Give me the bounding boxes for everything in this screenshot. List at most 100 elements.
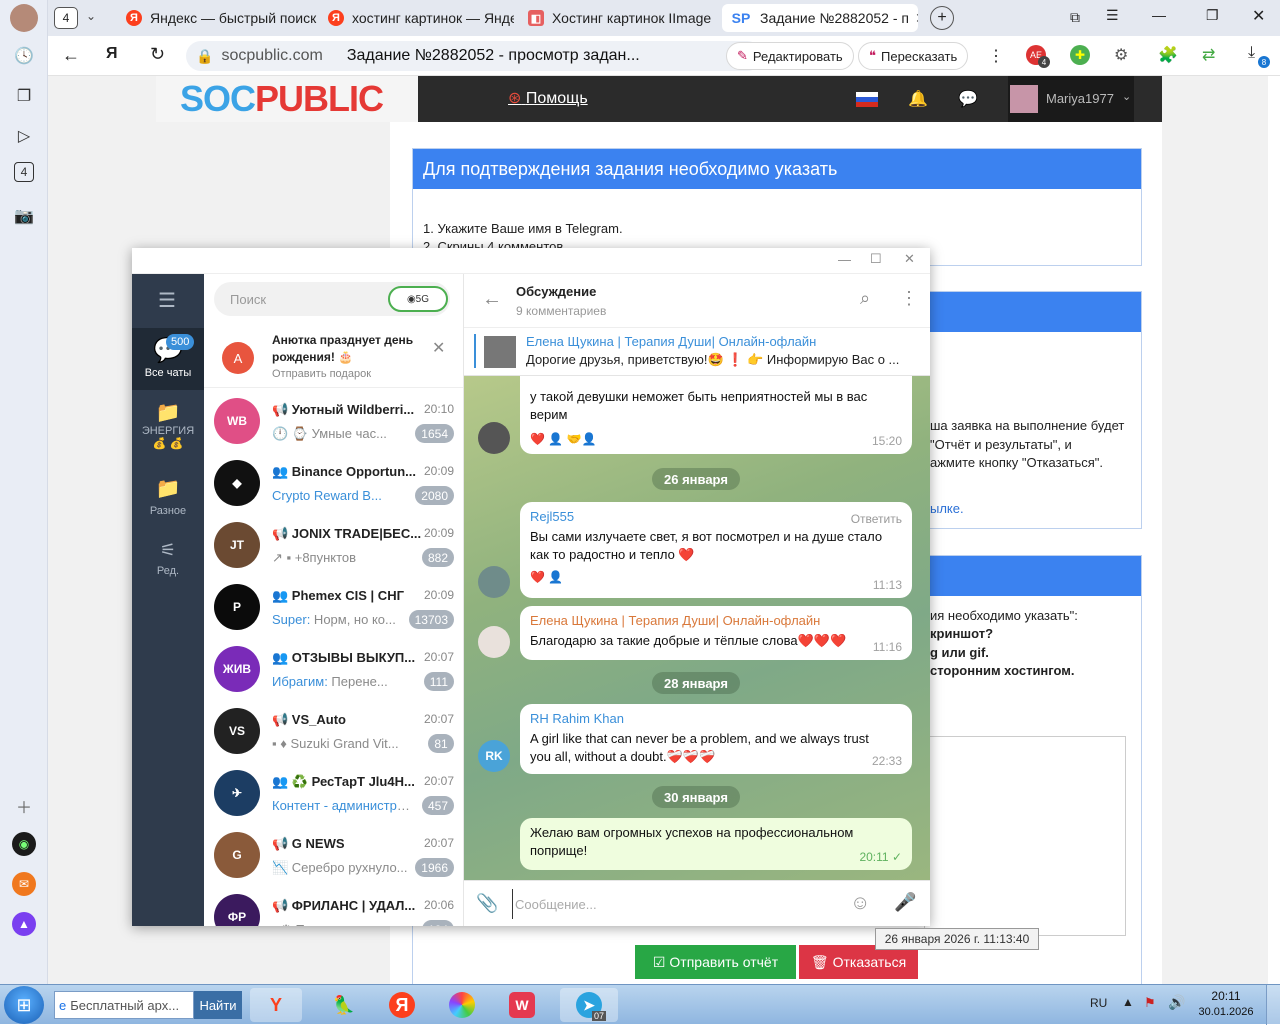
- wildberries-icon[interactable]: W: [496, 988, 548, 1022]
- menu-icon[interactable]: ☰: [1106, 7, 1119, 24]
- retell-button[interactable]: ❝ Пересказать: [858, 42, 969, 70]
- russian-flag-icon[interactable]: [856, 92, 878, 107]
- profile-avatar[interactable]: [10, 4, 38, 32]
- reply-button[interactable]: Ответить: [851, 510, 902, 528]
- message-avatar[interactable]: RK: [478, 740, 510, 772]
- color-wheel-icon[interactable]: [436, 988, 488, 1022]
- language-indicator[interactable]: RU: [1090, 996, 1107, 1010]
- chat-list-item[interactable]: P 👥 Phemex CIS | СНГ 20:09 Super: Норм, но …: [204, 576, 463, 638]
- chat-list-item[interactable]: VS 📢 VS_Auto 20:07 ▪ ♦ Suzuki Grand Vit... 8…: [204, 700, 463, 762]
- tab-counter[interactable]: 4: [54, 7, 78, 29]
- extension-gear-icon[interactable]: ⚙: [1114, 45, 1128, 65]
- chat-list-item[interactable]: WB 📢 Уютный Wildberri... 20:10 🕛 ⌚ Умные ча…: [204, 390, 463, 452]
- taskbar-search-input[interactable]: e Бесплатный арх...: [54, 991, 194, 1019]
- report-textarea[interactable]: [924, 736, 1126, 936]
- new-tab-icon[interactable]: +: [930, 6, 954, 30]
- birthday-banner[interactable]: A Анютка празднует день рождения! 🎂 Отпр…: [204, 326, 463, 388]
- volume-icon[interactable]: 🔊: [1168, 994, 1185, 1011]
- folder-all-chats[interactable]: 💬 Все чаты 500: [132, 328, 204, 390]
- extension-icon[interactable]: ✚: [1070, 45, 1090, 65]
- history-icon[interactable]: 🕓: [10, 42, 38, 70]
- back-arrow-icon[interactable]: ←: [482, 288, 502, 311]
- message-avatar[interactable]: [478, 422, 510, 454]
- parrot-app-icon[interactable]: 🦜: [318, 988, 370, 1022]
- tab-yandex-search[interactable]: Я Яндекс — быстрый поиск: [118, 4, 318, 32]
- message-avatar[interactable]: [478, 626, 510, 658]
- show-desktop-button[interactable]: [1266, 985, 1280, 1025]
- chat-icon[interactable]: 💬: [958, 89, 978, 109]
- message-bubble[interactable]: Rejl555 Ответить Вы сами излучаете свет,…: [520, 502, 912, 598]
- chat-list-item[interactable]: ✈ 👥 ♻️ РесТарТ Jlu4H... 20:07 Контент - адм…: [204, 762, 463, 824]
- address-bar[interactable]: 🔒 socpublic.com Задание №2882052 - просм…: [186, 41, 762, 71]
- chat-list-item[interactable]: ЖИВ 👥 ОТЗЫВЫ ВЫКУП... 20:07 Ибрагим: Перене…: [204, 638, 463, 700]
- edit-button[interactable]: ✎ Редактировать: [726, 42, 854, 70]
- close-window-icon[interactable]: ✕: [1252, 6, 1265, 26]
- more-icon[interactable]: ⋮: [988, 46, 1004, 66]
- clock-date[interactable]: 30.01.2026: [1196, 1006, 1256, 1018]
- hamburger-icon[interactable]: ☰: [158, 288, 176, 313]
- tray-expand-icon[interactable]: ▲: [1122, 995, 1134, 1009]
- chat-list-item[interactable]: JT 📢 JONIX TRADE|БЕС... 20:09 ↗ ▪ +8пунктов…: [204, 514, 463, 576]
- telegram-taskbar-icon[interactable]: ➤: [560, 988, 618, 1022]
- tabs-count-icon[interactable]: 4: [14, 162, 34, 182]
- collections-icon[interactable]: ❐: [10, 82, 38, 110]
- downloads-icon[interactable]: ⤓: [1248, 44, 1255, 62]
- restore-icon[interactable]: ❐: [1206, 7, 1219, 24]
- close-tab-icon[interactable]: ✕: [909, 10, 918, 27]
- mail-icon[interactable]: ✉: [12, 872, 36, 896]
- minimize-icon[interactable]: —: [838, 252, 851, 267]
- assistant-icon[interactable]: ▲: [12, 912, 36, 936]
- message-bubble[interactable]: Елена Щукина | Терапия Души| Онлайн-офла…: [520, 606, 912, 660]
- close-icon[interactable]: ✕: [904, 251, 915, 267]
- yandex-app-icon[interactable]: Я: [376, 988, 428, 1022]
- play-icon[interactable]: ▷: [10, 122, 38, 150]
- folder-energy[interactable]: 📁 ЭНЕРГИЯ 💰 💰: [132, 400, 204, 466]
- yandex-home-icon[interactable]: Я: [106, 45, 118, 63]
- reactions[interactable]: ❤️ 👤 🤝👤: [530, 430, 902, 448]
- screenshot-icon[interactable]: 📷: [10, 202, 38, 230]
- attach-icon[interactable]: 📎: [476, 893, 498, 914]
- bell-icon[interactable]: 🔔: [908, 89, 928, 109]
- alice-icon[interactable]: ◉: [12, 832, 36, 856]
- user-menu[interactable]: Mariya1977 ⌄: [1008, 76, 1134, 122]
- tabs-dropdown-icon[interactable]: ⌄: [86, 9, 96, 23]
- submit-report-button[interactable]: ☑ Отправить отчёт: [635, 945, 796, 979]
- promo-badge-icon[interactable]: ◉5G: [388, 286, 448, 312]
- add-icon[interactable]: ＋: [10, 792, 38, 820]
- bookmarks-panel-icon[interactable]: ⧉: [1070, 9, 1080, 26]
- chat-list-item[interactable]: ФР 📢 ФРИЛАНС | УДАЛ... 20:06 ▪ ⚙ Помощникна…: [204, 886, 463, 926]
- site-logo[interactable]: SOC PUBLIC: [156, 76, 418, 122]
- yandex-browser-icon[interactable]: Y: [250, 988, 302, 1022]
- message-avatar[interactable]: [478, 566, 510, 598]
- message-bubble[interactable]: RH Rahim Khan A girl like that can never…: [520, 704, 912, 774]
- reactions[interactable]: ❤️ 👤: [530, 568, 902, 586]
- tab-iimage[interactable]: ◧ Хостинг картинок IImage: [520, 4, 720, 32]
- minimize-icon[interactable]: —: [1152, 7, 1166, 23]
- emoji-icon[interactable]: ☺: [850, 892, 870, 915]
- folder-misc[interactable]: 📁 Разное: [132, 476, 204, 528]
- refuse-button[interactable]: 🗑 Отказаться: [799, 945, 918, 979]
- extensions-puzzle-icon[interactable]: 🧩: [1158, 45, 1178, 65]
- microphone-icon[interactable]: 🎤: [894, 892, 916, 913]
- tab-socpublic[interactable]: SP Задание №2882052 - п ✕: [722, 4, 918, 32]
- more-icon[interactable]: ⋮: [900, 288, 918, 309]
- chat-list-item[interactable]: G 📢 G NEWS 20:07 📉 Серебро рухнуло... 1966: [204, 824, 463, 886]
- search-icon[interactable]: ⌕: [860, 288, 870, 309]
- maximize-icon[interactable]: ☐: [870, 251, 882, 267]
- taskbar-search-button[interactable]: Найти: [194, 991, 242, 1019]
- pinned-message[interactable]: Елена Щукина | Терапия Души| Онлайн-офла…: [464, 328, 930, 376]
- help-link[interactable]: ⊛ Помощь: [508, 88, 588, 108]
- back-icon[interactable]: ←: [62, 45, 80, 66]
- reload-icon[interactable]: ↻: [150, 44, 165, 65]
- message-input[interactable]: Сообщение...: [512, 889, 832, 919]
- chat-list-item[interactable]: ◆ 👥 Binance Opportun... 20:09 Crypto Reward…: [204, 452, 463, 514]
- own-message-bubble[interactable]: Желаю вам огромных успехов на профессион…: [520, 818, 912, 870]
- network-icon[interactable]: ⚑: [1144, 995, 1156, 1011]
- folder-edit[interactable]: ⚟ Ред.: [132, 540, 204, 592]
- close-icon[interactable]: ✕: [432, 338, 445, 358]
- translate-icon[interactable]: ⇄: [1202, 45, 1215, 65]
- message-bubble[interactable]: у такой девушки неможет быть неприятност…: [520, 376, 912, 454]
- clock-time[interactable]: 20:11: [1196, 989, 1256, 1003]
- rules-link[interactable]: ылке.: [930, 501, 964, 516]
- tab-yandex-hosting[interactable]: Я хостинг картинок — Янде: [320, 4, 514, 32]
